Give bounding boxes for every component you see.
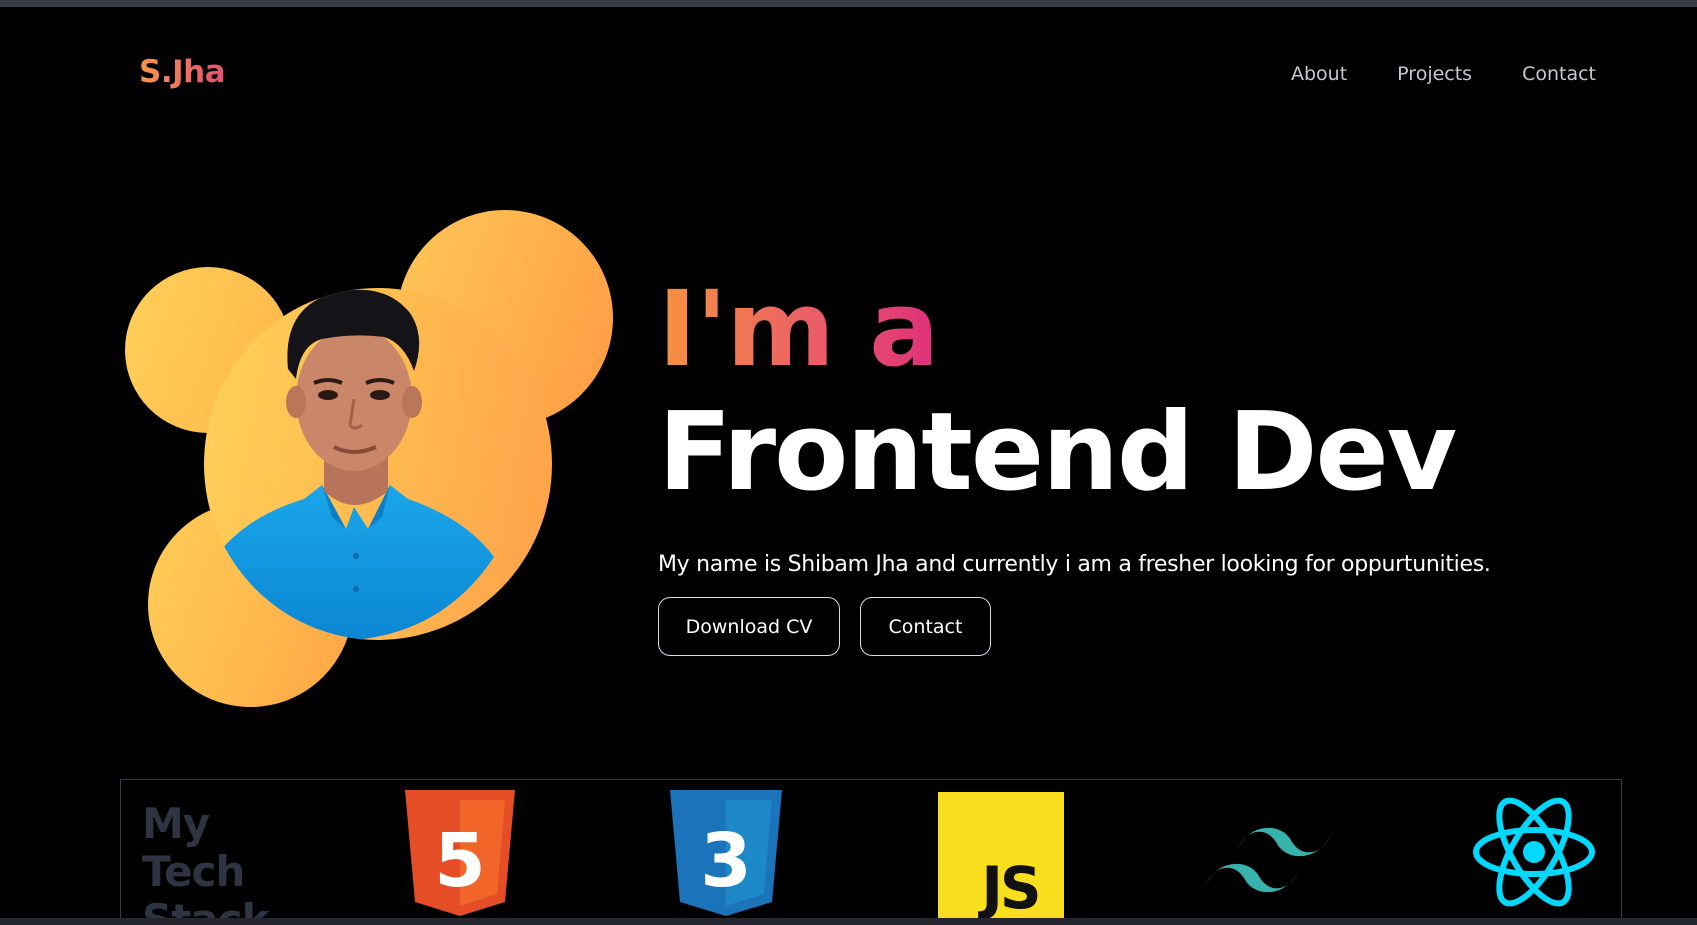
nav-projects-link[interactable]: Projects [1397,63,1472,85]
hero-tagline: My name is Shibam Jha and currently i am… [658,552,1491,577]
css3-label: 3 [700,818,752,904]
hero-intro-heading: I'm a [658,268,939,390]
javascript-icon: JS [938,792,1064,918]
html5-label: 5 [434,818,486,904]
window-top-bar [0,0,1697,7]
portfolio-page: S.Jha About Projects Contact I'm a Front… [0,7,1697,918]
javascript-label: JS [977,854,1038,918]
tech-stack-title: My Tech Stack [142,799,312,919]
hero-role-heading: Frontend Dev [658,390,1457,515]
contact-button[interactable]: Contact [860,597,991,656]
tech-stack-title-word: My [142,799,210,848]
tech-stack-title-word: Stack [142,896,312,919]
tailwind-icon [1204,827,1332,893]
nav-contact-link[interactable]: Contact [1522,63,1596,85]
profile-photo [214,289,494,640]
main-nav: About Projects Contact [1291,63,1596,85]
tech-stack-title-word: Tech [142,847,245,896]
react-icon [1473,797,1595,907]
tech-stack-section: My Tech Stack 5 3 JS [120,779,1622,918]
nav-about-link[interactable]: About [1291,63,1347,85]
download-cv-button[interactable]: Download CV [658,597,840,656]
html5-icon: 5 [405,790,515,916]
site-logo[interactable]: S.Jha [139,54,226,90]
window-bottom-bar [0,918,1697,925]
css3-icon: 3 [670,790,782,916]
